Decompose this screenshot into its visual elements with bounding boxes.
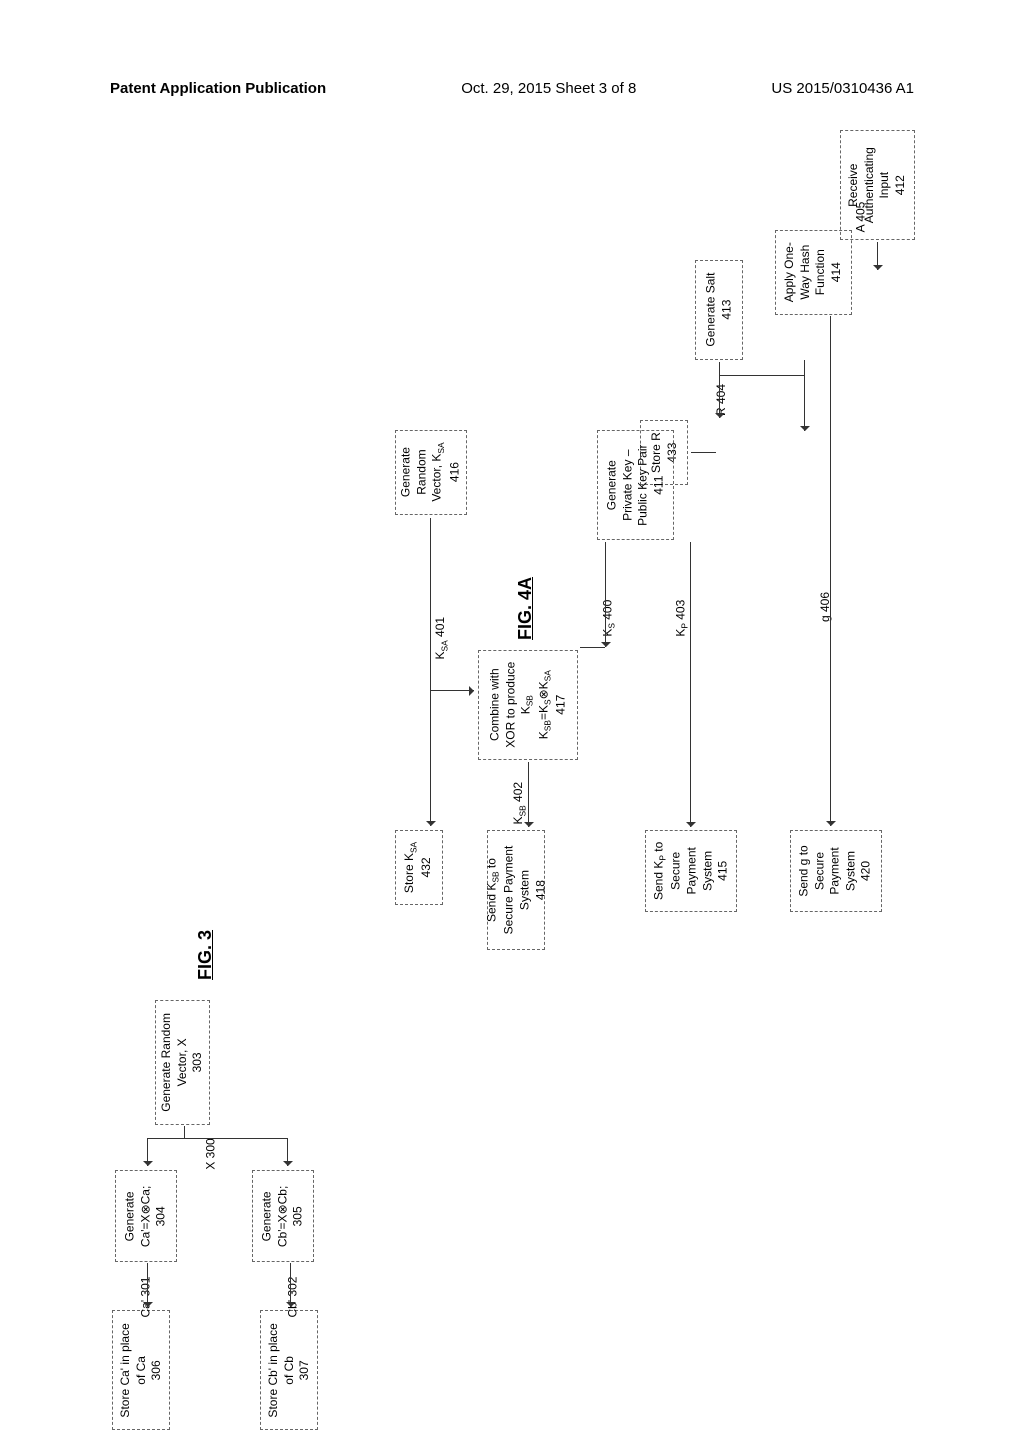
label-kp403: KP 403 (673, 600, 689, 637)
arrow (719, 375, 804, 376)
box-gen-random-x: Generate RandomVector, X303 (155, 1000, 210, 1125)
header-left: Patent Application Publication (110, 80, 326, 97)
label-ksa401: KSA 401 (433, 617, 449, 660)
box-store-ca: Store Ca' in placeof Ca306 (112, 1310, 170, 1430)
box-gen-cb: GenerateCb'=X⊗Cb;305 (252, 1170, 314, 1262)
arrow (804, 360, 805, 431)
box-gen-keypair: GeneratePrivate Key –Public Key Pair411 (597, 430, 674, 540)
box-gen-ca: GenerateCa'=X⊗Ca;304 (115, 1170, 177, 1262)
box-send-ksb: Send KSB toSecure PaymentSystem418 (487, 830, 545, 950)
arrow (147, 1138, 148, 1166)
arrow (690, 542, 691, 827)
fig3-title: FIG. 3 (195, 930, 216, 980)
box-gen-salt: Generate Salt413 (695, 260, 743, 360)
label-x300: X 300 (204, 1138, 218, 1169)
arrow (147, 1138, 287, 1139)
arrow (877, 242, 878, 270)
arrow (290, 1263, 291, 1307)
arrow (147, 1263, 148, 1307)
arrow (184, 1126, 185, 1138)
arrow (287, 1138, 288, 1166)
arrow (691, 452, 716, 453)
page-header: Patent Application Publication Oct. 29, … (0, 0, 1024, 107)
arrow (528, 762, 529, 827)
header-right: US 2015/0310436 A1 (771, 80, 914, 97)
box-send-g: Send g toSecurePaymentSystem420 (790, 830, 882, 912)
arrow (580, 647, 605, 648)
content-area: FIG. 3 Generate RandomVector, X303 Gener… (0, 130, 1024, 1320)
label-ksb402: KSB 402 (511, 782, 527, 825)
fig4a-title: FIG. 4A (515, 577, 536, 640)
arrow (605, 542, 606, 647)
label-r404: R 404 (714, 384, 728, 416)
label-a405: A 405 (853, 202, 867, 233)
arrow (719, 362, 720, 418)
arrow (430, 518, 431, 826)
box-combine-xor: Combine withXOR to produceKSBKSB=KS⊗KSA4… (478, 650, 578, 760)
box-send-kp: Send KP toSecurePaymentSystem415 (645, 830, 737, 912)
box-store-ksa: Store KSA432 (395, 830, 443, 905)
arrow (430, 690, 474, 691)
label-ks400: KS 400 (600, 600, 616, 637)
header-center: Oct. 29, 2015 Sheet 3 of 8 (461, 80, 636, 97)
box-recv-auth: ReceiveAuthenticatingInput412 (840, 130, 915, 240)
box-gen-random-ksa: GenerateRandomVector, KSA416 (395, 430, 467, 515)
arrow (830, 316, 831, 826)
box-store-cb: Store Cb' in placeof Cb307 (260, 1310, 318, 1430)
box-apply-hash: Apply One-Way HashFunction414 (775, 230, 852, 315)
